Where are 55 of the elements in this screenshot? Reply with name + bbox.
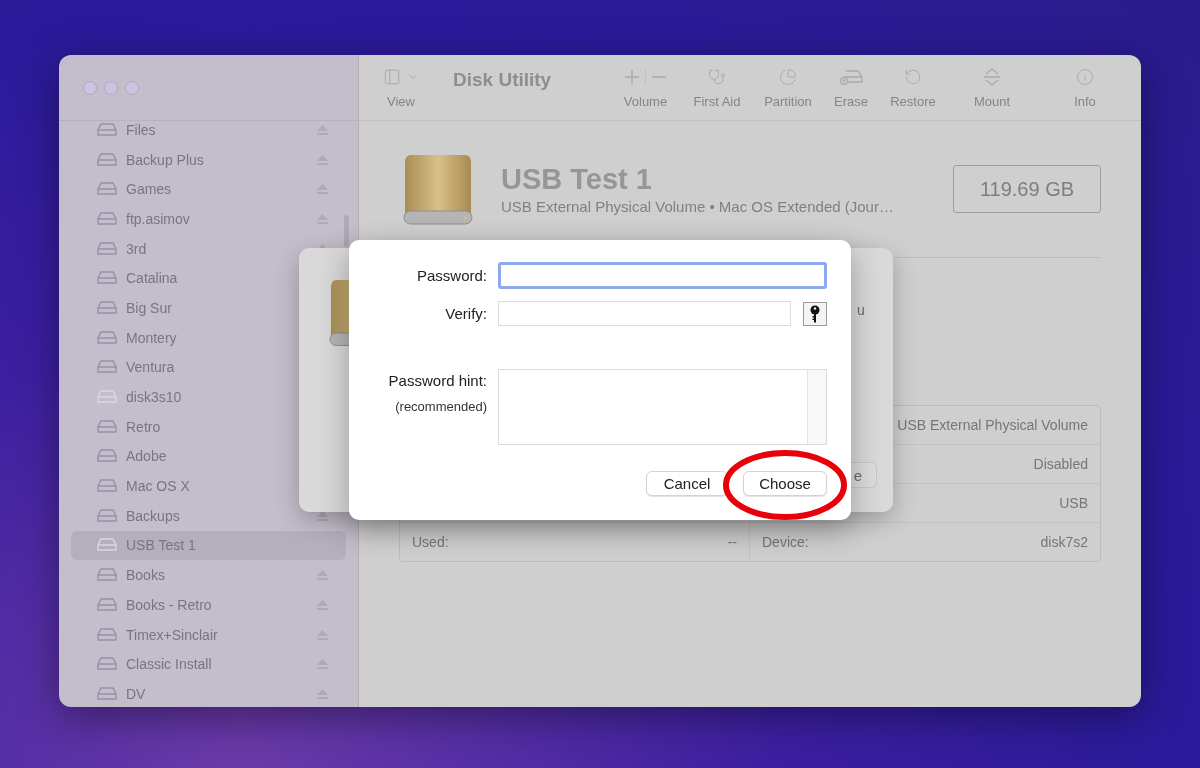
capacity-box: 119.69 GB [953,165,1101,213]
sidebar-item[interactable]: Books [71,560,346,590]
password-assistant-button[interactable] [803,301,827,326]
drive-icon [403,153,473,225]
toolbar-button[interactable]: Erase [823,66,879,109]
info-label: Device: [762,534,809,550]
stethoscope-icon [708,68,726,86]
toolbar-button[interactable]: Mount [947,66,1037,109]
window-title: Disk Utility [453,68,552,91]
info-value: USB External Physical Volume [897,417,1088,433]
sidebar-item[interactable]: Books - Retro [71,590,346,620]
drive-erase-icon [839,69,863,85]
field-label: Password: [415,267,487,284]
eject-icon[interactable] [317,510,328,521]
sidebar-icon [383,68,401,86]
plus-icon [625,70,639,84]
password-field[interactable] [498,262,827,289]
info-value: USB [1059,495,1088,511]
sidebar-item[interactable]: Games [71,174,346,205]
sidebar-item[interactable]: Timex+Sinclair [71,619,346,650]
toolbar-button[interactable]: First Aid [681,66,753,109]
restore-icon [904,68,922,86]
hint-field[interactable] [498,369,827,445]
view-button[interactable]: View [381,66,421,109]
info-value: -- [727,534,737,550]
sidebar-item[interactable]: Classic Install [71,649,346,680]
info-value: Disabled [1033,456,1088,472]
sidebar-item[interactable]: Files [71,115,346,145]
field-note: (recommended) [395,399,487,414]
sheet-text: u [857,302,865,318]
dialog-button[interactable]: Choose [743,471,827,496]
volume-description: USB External Physical Volume • Mac OS Extended (Jour… [501,198,895,215]
minimize-button[interactable] [104,80,118,95]
volume-name: USB Test 1 [501,163,653,196]
info-icon [1076,68,1094,86]
info-value: disk7s2 [1040,534,1088,550]
verify-field[interactable] [498,301,791,326]
sidebar-item[interactable]: Backups [71,500,346,531]
sidebar-item[interactable]: Backup Plus [71,144,346,175]
toolbar-button[interactable]: Restore [879,66,947,109]
info-label: Used: [412,534,449,550]
sidebar-item[interactable]: DV [71,679,346,707]
zoom-button[interactable] [125,80,139,95]
field-label: Password hint: [388,372,487,389]
sidebar-item[interactable]: USB Test 1 [71,530,346,561]
mount-icon [983,67,1001,87]
pie-chart-icon [779,68,797,86]
toolbar-button[interactable]: Volume [610,66,681,109]
toolbar-button[interactable]: Partition [753,66,823,109]
close-button[interactable] [83,80,97,95]
sidebar-item[interactable]: ftp.asimov [71,204,346,234]
key-icon [810,304,820,323]
field-label: Verify: [444,305,487,322]
toolbar-button[interactable]: Info [1037,66,1133,109]
scrollbar-thumb[interactable] [344,215,349,247]
